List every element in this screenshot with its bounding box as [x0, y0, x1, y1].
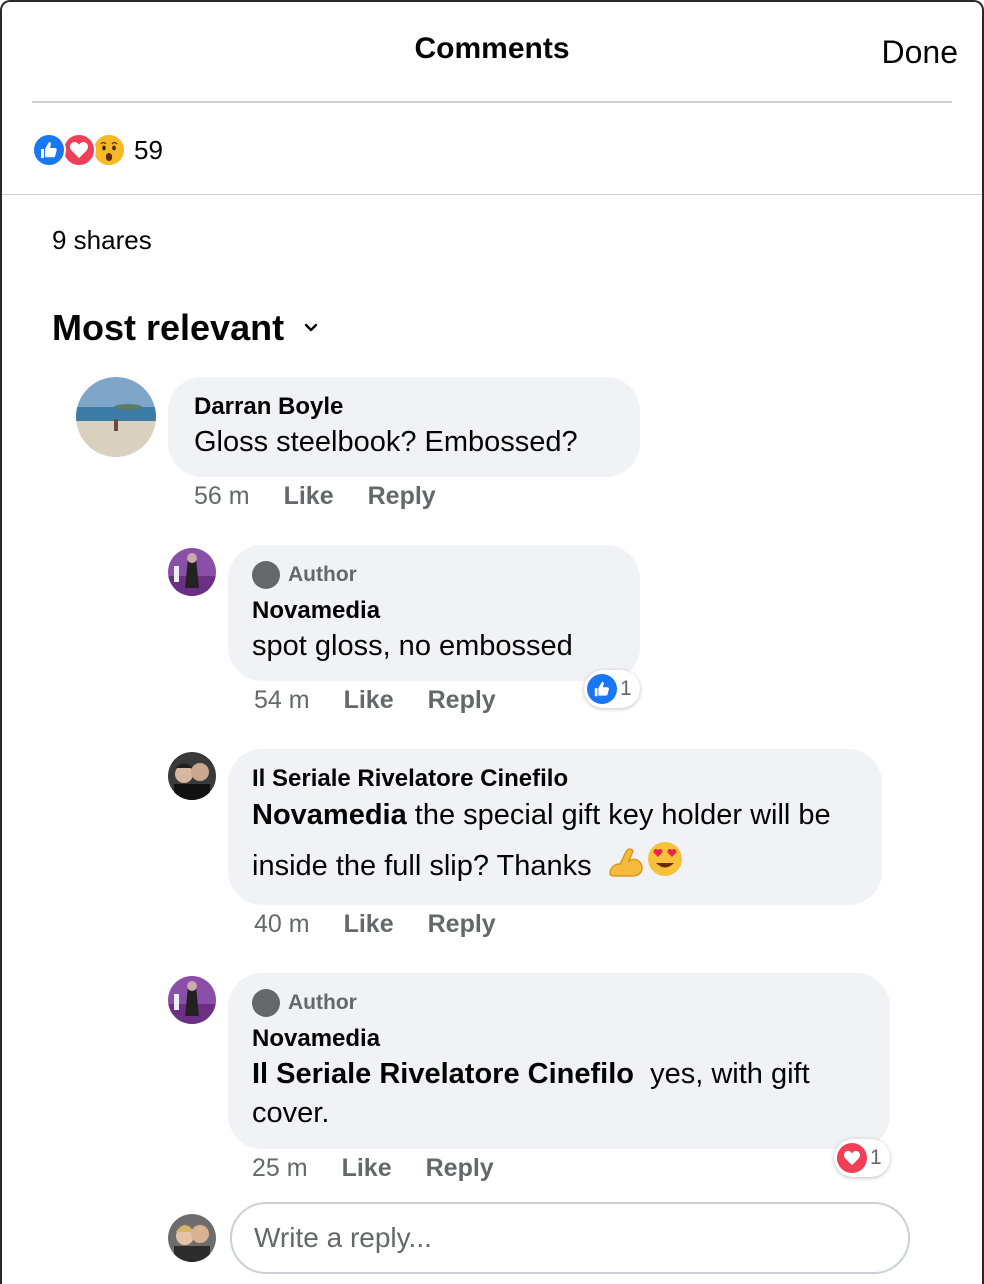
comment-bubble: Author Novamedia spot gloss, no embossed — [228, 545, 640, 681]
avatar[interactable] — [76, 377, 156, 457]
current-user-avatar — [168, 1214, 216, 1262]
header-divider — [32, 101, 952, 103]
comment-reaction-summary[interactable]: 1 — [834, 1139, 890, 1177]
author-badge-icon — [252, 989, 280, 1017]
comment-text: Novamedia the special gift key holder wi… — [252, 791, 858, 895]
comment-time[interactable]: 40 m — [254, 910, 310, 939]
reaction-count: 59 — [134, 134, 163, 165]
flexed-biceps-emoji-icon — [606, 840, 644, 894]
comment-reaction-summary[interactable]: 1 — [584, 670, 640, 708]
wow-icon — [92, 133, 126, 167]
author-badge-label: Author — [288, 991, 357, 1014]
shares-count[interactable]: 9 shares — [52, 225, 152, 256]
heart-eyes-emoji-icon — [646, 840, 684, 894]
author-badge: Author — [252, 561, 616, 589]
comment-time[interactable]: 25 m — [252, 1154, 308, 1183]
comment-time[interactable]: 54 m — [254, 686, 310, 715]
section-divider — [2, 194, 982, 195]
comments-sheet: Comments Done 59 9 shares Most relevant … — [0, 0, 984, 1284]
sort-label: Most relevant — [52, 307, 285, 348]
avatar[interactable] — [168, 752, 216, 800]
comment-mention[interactable]: Novamedia — [252, 799, 407, 831]
comment-text: spot gloss, no embossed — [252, 630, 573, 662]
comment-author[interactable]: Novamedia — [252, 1025, 866, 1053]
sort-dropdown[interactable]: Most relevant — [52, 307, 318, 349]
chevron-down-icon — [304, 323, 318, 332]
comment-text: Il Seriale Rivelatore Cinefilo yes, with… — [252, 1055, 866, 1133]
like-button[interactable]: Like — [344, 910, 394, 939]
love-icon — [62, 133, 96, 167]
author-badge: Author — [252, 989, 866, 1017]
page-title: Comments — [414, 32, 570, 65]
comment-bubble: Author Novamedia Il Seriale Rivelatore C… — [228, 973, 890, 1149]
love-icon — [837, 1143, 867, 1173]
comment-reaction-count: 1 — [620, 677, 632, 700]
done-button[interactable]: Done — [882, 34, 959, 71]
reactions-summary[interactable]: 59 — [32, 132, 163, 168]
comment-meta: 25 m Like Reply — [252, 1154, 528, 1183]
like-button[interactable]: Like — [342, 1154, 392, 1183]
author-badge-icon — [252, 561, 280, 589]
like-button[interactable]: Like — [284, 482, 334, 511]
comment-meta: 40 m Like Reply — [254, 910, 530, 939]
like-icon — [587, 674, 617, 704]
comment-bubble: Il Seriale Rivelatore Cinefilo Novamedia… — [228, 749, 882, 905]
comment-meta: 54 m Like Reply — [254, 686, 530, 715]
like-icon — [32, 133, 66, 167]
reply-button[interactable]: Reply — [426, 1154, 494, 1183]
header: Comments Done — [2, 2, 982, 103]
avatar[interactable] — [168, 976, 216, 1024]
comment-meta: 56 m Like Reply — [194, 482, 470, 511]
reply-button[interactable]: Reply — [428, 686, 496, 715]
avatar[interactable] — [168, 548, 216, 596]
reply-button[interactable]: Reply — [368, 482, 436, 511]
comment-author[interactable]: Il Seriale Rivelatore Cinefilo — [252, 765, 858, 793]
comment-time[interactable]: 56 m — [194, 482, 250, 511]
author-badge-label: Author — [288, 563, 357, 586]
comment-mention[interactable]: Il Seriale Rivelatore Cinefilo — [252, 1058, 634, 1090]
comment-bubble: Darran Boyle Gloss steelbook? Embossed? — [168, 377, 640, 477]
comment-author[interactable]: Novamedia — [252, 597, 616, 625]
reply-input[interactable] — [254, 1222, 886, 1254]
comment-reaction-count: 1 — [870, 1146, 882, 1169]
like-button[interactable]: Like — [344, 686, 394, 715]
reply-button[interactable]: Reply — [428, 910, 496, 939]
reply-composer[interactable] — [230, 1202, 910, 1274]
comment-author[interactable]: Darran Boyle — [194, 393, 614, 421]
comment-text: Gloss steelbook? Embossed? — [194, 426, 578, 458]
